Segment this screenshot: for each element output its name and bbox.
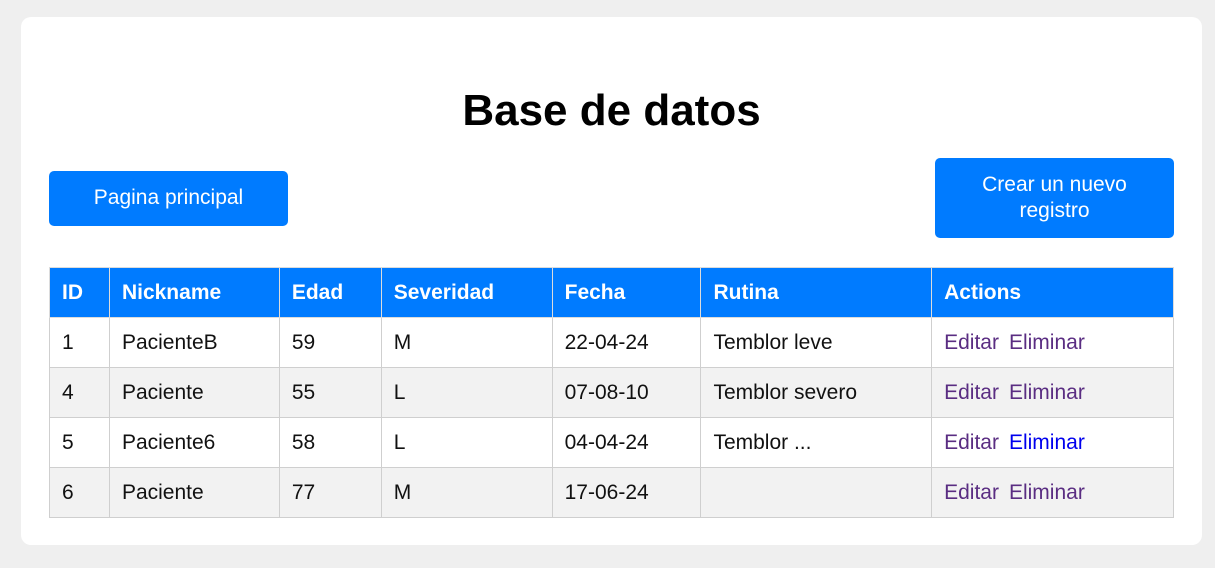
cell-severidad: M: [380, 317, 553, 368]
cell-fecha: 07-08-10: [551, 367, 702, 418]
cell-rutina: Temblor leve: [700, 317, 933, 368]
header-actions: Actions: [931, 267, 1174, 318]
delete-link[interactable]: Eliminar: [1009, 481, 1085, 504]
records-table: ID Nickname Edad Severidad Fecha Rutina …: [49, 267, 1174, 518]
cell-actions: Editar Eliminar: [931, 317, 1174, 368]
table-row: 6 Paciente 77 M 17-06-24 Editar Eliminar: [49, 467, 1174, 518]
cell-severidad: L: [380, 367, 553, 418]
page-title: Base de datos: [462, 86, 761, 135]
cell-fecha: 04-04-24: [551, 417, 702, 468]
cell-edad: 59: [278, 317, 382, 368]
cell-edad: 58: [278, 417, 382, 468]
edit-link[interactable]: Editar: [944, 481, 999, 504]
header-id: ID: [49, 267, 110, 318]
delete-link[interactable]: Eliminar: [1009, 431, 1085, 454]
edit-link[interactable]: Editar: [944, 381, 999, 404]
cell-nickname: Paciente: [108, 367, 280, 418]
cell-id: 6: [49, 467, 110, 518]
cell-id: 5: [49, 417, 110, 468]
main-page-button[interactable]: Pagina principal: [49, 171, 288, 226]
create-record-button[interactable]: Crear un nuevo registro: [935, 158, 1174, 238]
table-header-row: ID Nickname Edad Severidad Fecha Rutina …: [49, 267, 1174, 318]
cell-actions: Editar Eliminar: [931, 367, 1174, 418]
cell-rutina: Temblor ...: [700, 417, 933, 468]
cell-id: 4: [49, 367, 110, 418]
header-fecha: Fecha: [551, 267, 702, 318]
cell-nickname: PacienteB: [108, 317, 280, 368]
delete-link[interactable]: Eliminar: [1009, 331, 1085, 354]
cell-rutina: [700, 467, 933, 518]
cell-actions: Editar Eliminar: [931, 417, 1174, 468]
edit-link[interactable]: Editar: [944, 331, 999, 354]
cell-fecha: 17-06-24: [551, 467, 702, 518]
cell-id: 1: [49, 317, 110, 368]
header-edad: Edad: [278, 267, 382, 318]
cell-fecha: 22-04-24: [551, 317, 702, 368]
cell-severidad: M: [380, 467, 553, 518]
cell-edad: 77: [278, 467, 382, 518]
table-row: 4 Paciente 55 L 07-08-10 Temblor severo …: [49, 367, 1174, 418]
table-row: 1 PacienteB 59 M 22-04-24 Temblor leve E…: [49, 317, 1174, 368]
cell-severidad: L: [380, 417, 553, 468]
cell-nickname: Paciente: [108, 467, 280, 518]
cell-nickname: Paciente6: [108, 417, 280, 468]
cell-rutina: Temblor severo: [700, 367, 933, 418]
cell-actions: Editar Eliminar: [931, 467, 1174, 518]
header-rutina: Rutina: [700, 267, 933, 318]
edit-link[interactable]: Editar: [944, 431, 999, 454]
cell-edad: 55: [278, 367, 382, 418]
delete-link[interactable]: Eliminar: [1009, 381, 1085, 404]
main-card: Base de datos Pagina principal Crear un …: [21, 17, 1202, 545]
header-severidad: Severidad: [380, 267, 553, 318]
table-row: 5 Paciente6 58 L 04-04-24 Temblor ... Ed…: [49, 417, 1174, 468]
header-nickname: Nickname: [108, 267, 280, 318]
